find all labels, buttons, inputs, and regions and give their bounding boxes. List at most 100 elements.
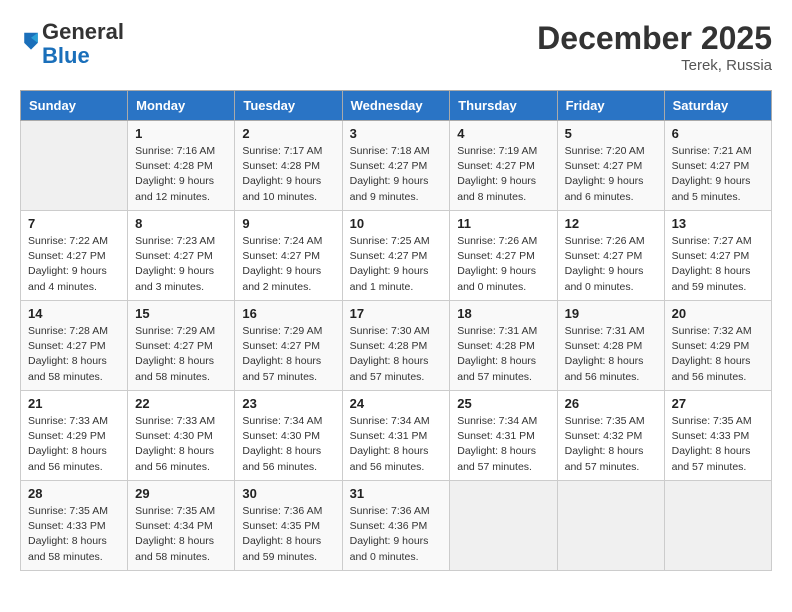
calendar-cell: 27 Sunrise: 7:35 AM Sunset: 4:33 PM Dayli…: [664, 391, 771, 481]
calendar-cell: 30Sunrise: 7:36 AM Sunset: 4:35 PM Dayli…: [235, 481, 342, 571]
calendar-cell: 24Sunrise: 7:34 AM Sunset: 4:31 PM Dayli…: [342, 391, 450, 481]
day-detail: Sunrise: 7:28 AM Sunset: 4:27 PM Dayligh…: [28, 324, 120, 385]
calendar-cell: [450, 481, 557, 571]
calendar-cell: 2 Sunrise: 7:17 AM Sunset: 4:28 PM Daylig…: [235, 121, 342, 211]
calendar-week-2: 7 Sunrise: 7:22 AM Sunset: 4:27 PM Daylig…: [21, 211, 772, 301]
calendar-cell: 31 Sunrise: 7:36 AM Sunset: 4:36 PM Dayli…: [342, 481, 450, 571]
day-number: 1: [135, 126, 227, 141]
page-header: General Blue December 2025 Terek, Russia: [20, 20, 772, 74]
location: Terek, Russia: [537, 57, 772, 74]
day-number: 8: [135, 216, 227, 231]
day-number: 9: [242, 216, 334, 231]
calendar-cell: 26Sunrise: 7:35 AM Sunset: 4:32 PM Dayli…: [557, 391, 664, 481]
calendar-header-saturday: Saturday: [664, 91, 771, 121]
calendar-cell: 14 Sunrise: 7:28 AM Sunset: 4:27 PM Dayli…: [21, 301, 128, 391]
day-number: 13: [672, 216, 764, 231]
day-number: 14: [28, 306, 120, 321]
calendar-cell: 23Sunrise: 7:34 AM Sunset: 4:30 PM Dayli…: [235, 391, 342, 481]
calendar-week-1: 1 Sunrise: 7:16 AM Sunset: 4:28 PM Daylig…: [21, 121, 772, 211]
day-number: 21: [28, 396, 120, 411]
calendar-header-wednesday: Wednesday: [342, 91, 450, 121]
day-detail: Sunrise: 7:34 AM Sunset: 4:30 PM Dayligh…: [242, 414, 334, 475]
logo-general-text: General: [42, 19, 124, 44]
calendar-cell: 3 Sunrise: 7:18 AM Sunset: 4:27 PM Daylig…: [342, 121, 450, 211]
day-number: 20: [672, 306, 764, 321]
day-number: 16: [242, 306, 334, 321]
day-number: 3: [350, 126, 443, 141]
calendar-cell: 13 Sunrise: 7:27 AM Sunset: 4:27 PM Dayli…: [664, 211, 771, 301]
calendar-week-4: 21 Sunrise: 7:33 AM Sunset: 4:29 PM Dayli…: [21, 391, 772, 481]
day-number: 29: [135, 486, 227, 501]
day-number: 10: [350, 216, 443, 231]
calendar-cell: 6 Sunrise: 7:21 AM Sunset: 4:27 PM Daylig…: [664, 121, 771, 211]
day-number: 11: [457, 216, 549, 231]
calendar-table: SundayMondayTuesdayWednesdayThursdayFrid…: [20, 90, 772, 571]
day-number: 30: [242, 486, 334, 501]
day-detail: Sunrise: 7:33 AM Sunset: 4:30 PM Dayligh…: [135, 414, 227, 475]
calendar-cell: 10Sunrise: 7:25 AM Sunset: 4:27 PM Dayli…: [342, 211, 450, 301]
calendar-cell: 20 Sunrise: 7:32 AM Sunset: 4:29 PM Dayli…: [664, 301, 771, 391]
calendar-cell: [21, 121, 128, 211]
calendar-cell: 21 Sunrise: 7:33 AM Sunset: 4:29 PM Dayli…: [21, 391, 128, 481]
day-number: 28: [28, 486, 120, 501]
calendar-cell: 22 Sunrise: 7:33 AM Sunset: 4:30 PM Dayli…: [128, 391, 235, 481]
calendar-cell: 11 Sunrise: 7:26 AM Sunset: 4:27 PM Dayli…: [450, 211, 557, 301]
calendar-cell: 5 Sunrise: 7:20 AM Sunset: 4:27 PM Daylig…: [557, 121, 664, 211]
day-detail: Sunrise: 7:21 AM Sunset: 4:27 PM Dayligh…: [672, 144, 764, 205]
day-detail: Sunrise: 7:32 AM Sunset: 4:29 PM Dayligh…: [672, 324, 764, 385]
calendar-header-sunday: Sunday: [21, 91, 128, 121]
day-detail: Sunrise: 7:20 AM Sunset: 4:27 PM Dayligh…: [565, 144, 657, 205]
calendar-cell: 9 Sunrise: 7:24 AM Sunset: 4:27 PM Daylig…: [235, 211, 342, 301]
calendar-week-3: 14 Sunrise: 7:28 AM Sunset: 4:27 PM Dayli…: [21, 301, 772, 391]
day-detail: Sunrise: 7:22 AM Sunset: 4:27 PM Dayligh…: [28, 234, 120, 295]
day-number: 18: [457, 306, 549, 321]
day-detail: Sunrise: 7:27 AM Sunset: 4:27 PM Dayligh…: [672, 234, 764, 295]
calendar-header-thursday: Thursday: [450, 91, 557, 121]
calendar-cell: 29Sunrise: 7:35 AM Sunset: 4:34 PM Dayli…: [128, 481, 235, 571]
day-number: 19: [565, 306, 657, 321]
day-detail: Sunrise: 7:33 AM Sunset: 4:29 PM Dayligh…: [28, 414, 120, 475]
day-number: 6: [672, 126, 764, 141]
day-detail: Sunrise: 7:17 AM Sunset: 4:28 PM Dayligh…: [242, 144, 334, 205]
day-detail: Sunrise: 7:16 AM Sunset: 4:28 PM Dayligh…: [135, 144, 227, 205]
calendar-cell: 15Sunrise: 7:29 AM Sunset: 4:27 PM Dayli…: [128, 301, 235, 391]
calendar-cell: 25Sunrise: 7:34 AM Sunset: 4:31 PM Dayli…: [450, 391, 557, 481]
calendar-header-row: SundayMondayTuesdayWednesdayThursdayFrid…: [21, 91, 772, 121]
day-number: 24: [350, 396, 443, 411]
calendar-cell: 18 Sunrise: 7:31 AM Sunset: 4:28 PM Dayli…: [450, 301, 557, 391]
day-number: 2: [242, 126, 334, 141]
day-detail: Sunrise: 7:31 AM Sunset: 4:28 PM Dayligh…: [565, 324, 657, 385]
day-detail: Sunrise: 7:18 AM Sunset: 4:27 PM Dayligh…: [350, 144, 443, 205]
title-block: December 2025 Terek, Russia: [537, 20, 772, 74]
day-number: 17: [350, 306, 443, 321]
day-detail: Sunrise: 7:29 AM Sunset: 4:27 PM Dayligh…: [242, 324, 334, 385]
day-detail: Sunrise: 7:30 AM Sunset: 4:28 PM Dayligh…: [350, 324, 443, 385]
day-number: 25: [457, 396, 549, 411]
logo-blue-text: Blue: [42, 43, 90, 68]
day-detail: Sunrise: 7:35 AM Sunset: 4:33 PM Dayligh…: [672, 414, 764, 475]
day-number: 5: [565, 126, 657, 141]
day-detail: Sunrise: 7:19 AM Sunset: 4:27 PM Dayligh…: [457, 144, 549, 205]
day-number: 27: [672, 396, 764, 411]
calendar-week-5: 28Sunrise: 7:35 AM Sunset: 4:33 PM Dayli…: [21, 481, 772, 571]
calendar-cell: [664, 481, 771, 571]
day-detail: Sunrise: 7:36 AM Sunset: 4:36 PM Dayligh…: [350, 504, 443, 565]
logo-icon: [22, 31, 40, 53]
logo: General Blue: [20, 20, 124, 68]
month-title: December 2025: [537, 20, 772, 57]
calendar-cell: 28Sunrise: 7:35 AM Sunset: 4:33 PM Dayli…: [21, 481, 128, 571]
day-number: 15: [135, 306, 227, 321]
day-detail: Sunrise: 7:31 AM Sunset: 4:28 PM Dayligh…: [457, 324, 549, 385]
calendar-cell: 19 Sunrise: 7:31 AM Sunset: 4:28 PM Dayli…: [557, 301, 664, 391]
calendar-body: 1 Sunrise: 7:16 AM Sunset: 4:28 PM Daylig…: [21, 121, 772, 571]
day-detail: Sunrise: 7:26 AM Sunset: 4:27 PM Dayligh…: [565, 234, 657, 295]
calendar-cell: 7 Sunrise: 7:22 AM Sunset: 4:27 PM Daylig…: [21, 211, 128, 301]
day-detail: Sunrise: 7:35 AM Sunset: 4:32 PM Dayligh…: [565, 414, 657, 475]
day-number: 22: [135, 396, 227, 411]
day-number: 31: [350, 486, 443, 501]
day-detail: Sunrise: 7:26 AM Sunset: 4:27 PM Dayligh…: [457, 234, 549, 295]
day-number: 7: [28, 216, 120, 231]
calendar-header-monday: Monday: [128, 91, 235, 121]
day-detail: Sunrise: 7:24 AM Sunset: 4:27 PM Dayligh…: [242, 234, 334, 295]
calendar-header-tuesday: Tuesday: [235, 91, 342, 121]
